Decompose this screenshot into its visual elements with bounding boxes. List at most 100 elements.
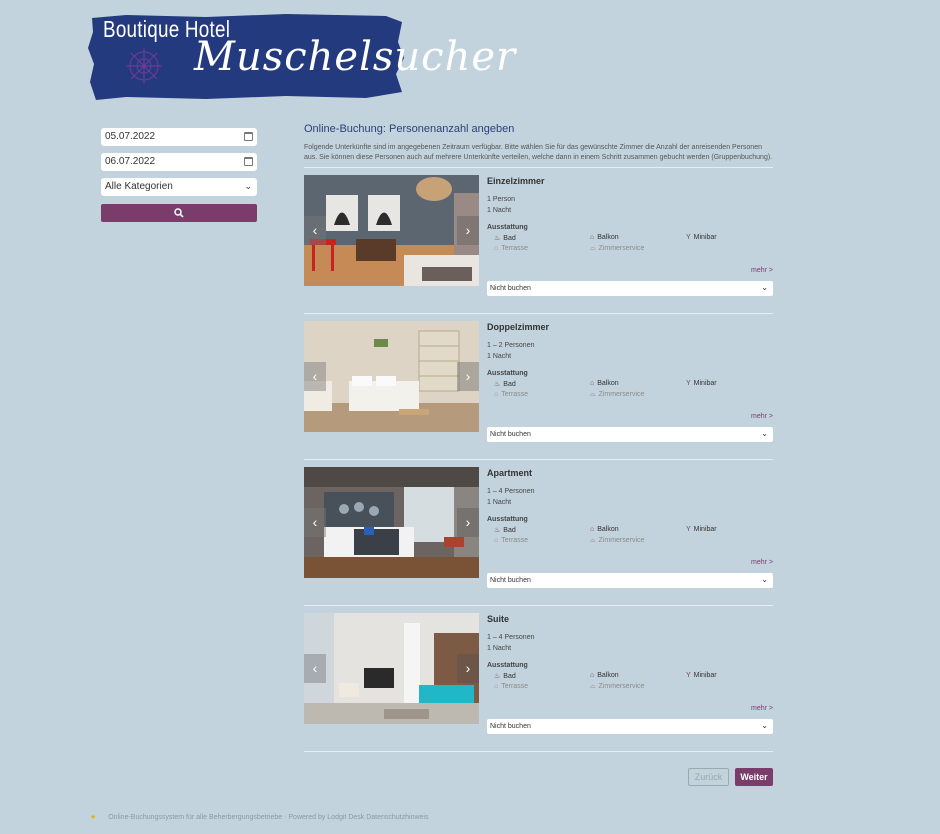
bathtub-icon: ♨ [494, 673, 501, 680]
next-image-button[interactable]: › [457, 654, 479, 683]
room-photo [304, 613, 479, 724]
amenity-terrasse: ⌂ Terrasse [494, 683, 528, 690]
room-title: Suite [487, 614, 510, 624]
next-button[interactable]: Weiter [735, 768, 773, 786]
booking-select-value: Nicht buchen [490, 723, 531, 730]
back-button[interactable]: Zurück [688, 768, 729, 786]
page-title: Online-Buchung: Personenanzahl angeben [304, 123, 515, 135]
amenity-label: Minibar [693, 234, 717, 241]
room-photo [304, 467, 479, 578]
amenity-zimmerservice: ⌓ Zimmerservice [590, 391, 644, 399]
bathtub-icon: ♨ [494, 381, 501, 388]
amenity-balkon: ⌂ Balkon [590, 672, 619, 679]
amenity-minibar: Y Minibar [686, 380, 717, 387]
bathtub-icon: ♨ [494, 235, 501, 242]
room-card: ‹ › Suite 1 – 4 Personen 1 Nacht Ausstat… [304, 606, 773, 751]
next-image-button[interactable]: › [457, 216, 479, 245]
search-sidebar: 05.07.2022 06.07.2022 Alle Kategorien ⌄ [101, 128, 257, 222]
amenity-terrasse: ⌂ Terrasse [494, 537, 528, 544]
next-image-button[interactable]: › [457, 508, 479, 537]
calendar-icon[interactable] [244, 132, 253, 141]
amenity-minibar: Y Minibar [686, 526, 717, 533]
amenities-list: ♨ Bad ⌂ Balkon Y Minibar ⌂ Terrasse ⌓ Zimmers… [487, 234, 773, 258]
amenity-bad: ♨ Bad [494, 526, 516, 534]
amenity-label: Minibar [693, 526, 717, 533]
room-info: Einzelzimmer 1 Person 1 Nacht Ausstattun… [487, 176, 773, 274]
amenity-label: Zimmerservice [598, 683, 645, 690]
calendar-icon[interactable] [244, 157, 253, 166]
booking-select[interactable]: Nicht buchen ⌄ [487, 427, 773, 442]
amenity-terrasse: ⌂ Terrasse [494, 391, 528, 398]
date-to-field[interactable]: 06.07.2022 [101, 153, 257, 171]
amenity-label: Balkon [597, 380, 619, 387]
booking-select[interactable]: Nicht buchen ⌄ [487, 281, 773, 296]
more-link[interactable]: mehr > [751, 559, 773, 566]
room-nights: 1 Nacht [487, 353, 512, 360]
room-nights: 1 Nacht [487, 499, 512, 506]
prev-image-button[interactable]: ‹ [304, 216, 326, 245]
cocktail-icon: Y [686, 672, 691, 679]
amenity-zimmerservice: ⌓ Zimmerservice [590, 245, 644, 253]
booking-main: Online-Buchung: Personenanzahl angeben F… [304, 123, 773, 752]
room-card: ‹ › Doppelzimmer 1 – 2 Personen 1 Nacht … [304, 314, 773, 459]
amenity-label: Bad [503, 527, 516, 534]
balcony-icon: ⌂ [590, 380, 595, 387]
room-image-suite[interactable]: ‹ › [304, 613, 479, 724]
prev-image-button[interactable]: ‹ [304, 654, 326, 683]
amenity-label: Minibar [693, 672, 717, 679]
amenities-label: Ausstattung [487, 370, 528, 377]
cocktail-icon: Y [686, 526, 691, 533]
date-to-value: 06.07.2022 [105, 156, 156, 167]
amenity-zimmerservice: ⌓ Zimmerservice [590, 683, 644, 691]
room-nights: 1 Nacht [487, 207, 512, 214]
footer-text[interactable]: Online-Buchungssystem für alle Beherberg… [108, 814, 428, 821]
more-link[interactable]: mehr > [751, 413, 773, 420]
amenity-bad: ♨ Bad [494, 380, 516, 388]
amenities-label: Ausstattung [487, 516, 528, 523]
room-card: ‹ › Einzelzimmer 1 Person 1 Nacht Aussta… [304, 168, 773, 313]
room-service-icon: ⌓ [590, 683, 596, 690]
cocktail-icon: Y [686, 380, 691, 387]
room-service-icon: ⌓ [590, 391, 596, 398]
room-service-icon: ⌓ [590, 245, 596, 252]
date-from-value: 05.07.2022 [105, 131, 156, 142]
intro-text: Folgende Unterkünfte sind im angegebenen… [304, 144, 773, 161]
amenity-label: Balkon [597, 672, 619, 679]
room-persons: 1 – 4 Personen [487, 488, 535, 495]
category-select[interactable]: Alle Kategorien ⌄ [101, 178, 257, 196]
booking-select[interactable]: Nicht buchen ⌄ [487, 573, 773, 588]
booking-select-value: Nicht buchen [490, 285, 531, 292]
amenity-zimmerservice: ⌓ Zimmerservice [590, 537, 644, 545]
amenity-label: Terrasse [501, 245, 529, 252]
room-photo [304, 321, 479, 432]
prev-image-button[interactable]: ‹ [304, 508, 326, 537]
chevron-down-icon: ⌄ [761, 283, 768, 292]
amenity-label: Terrasse [501, 537, 529, 544]
date-from-field[interactable]: 05.07.2022 [101, 128, 257, 146]
search-icon [174, 208, 184, 218]
amenity-label: Balkon [597, 526, 619, 533]
room-title: Doppelzimmer [487, 322, 550, 332]
amenities-label: Ausstattung [487, 224, 528, 231]
room-image-einzelzimmer[interactable]: ‹ › [304, 175, 479, 286]
room-persons: 1 – 2 Personen [487, 342, 535, 349]
room-info: Suite 1 – 4 Personen 1 Nacht Ausstattung… [487, 614, 773, 712]
prev-image-button[interactable]: ‹ [304, 362, 326, 391]
booking-select-value: Nicht buchen [490, 431, 531, 438]
terrace-icon: ⌂ [494, 537, 499, 544]
search-button[interactable] [101, 204, 257, 222]
more-link[interactable]: mehr > [751, 267, 773, 274]
amenity-label: Bad [503, 235, 516, 242]
amenity-label: Zimmerservice [598, 245, 645, 252]
amenity-balkon: ⌂ Balkon [590, 380, 619, 387]
booking-select[interactable]: Nicht buchen ⌄ [487, 719, 773, 734]
hotel-logo[interactable]: Boutique Hotel Muschelsucher [86, 12, 515, 100]
room-service-icon: ⌓ [590, 537, 596, 544]
room-card: ‹ › Apartment 1 – 4 Personen 1 Nacht Aus… [304, 460, 773, 605]
amenity-label: Bad [503, 381, 516, 388]
next-image-button[interactable]: › [457, 362, 479, 391]
room-image-apartment[interactable]: ‹ › [304, 467, 479, 578]
more-link[interactable]: mehr > [751, 705, 773, 712]
amenity-terrasse: ⌂ Terrasse [494, 245, 528, 252]
room-image-doppelzimmer[interactable]: ‹ › [304, 321, 479, 432]
